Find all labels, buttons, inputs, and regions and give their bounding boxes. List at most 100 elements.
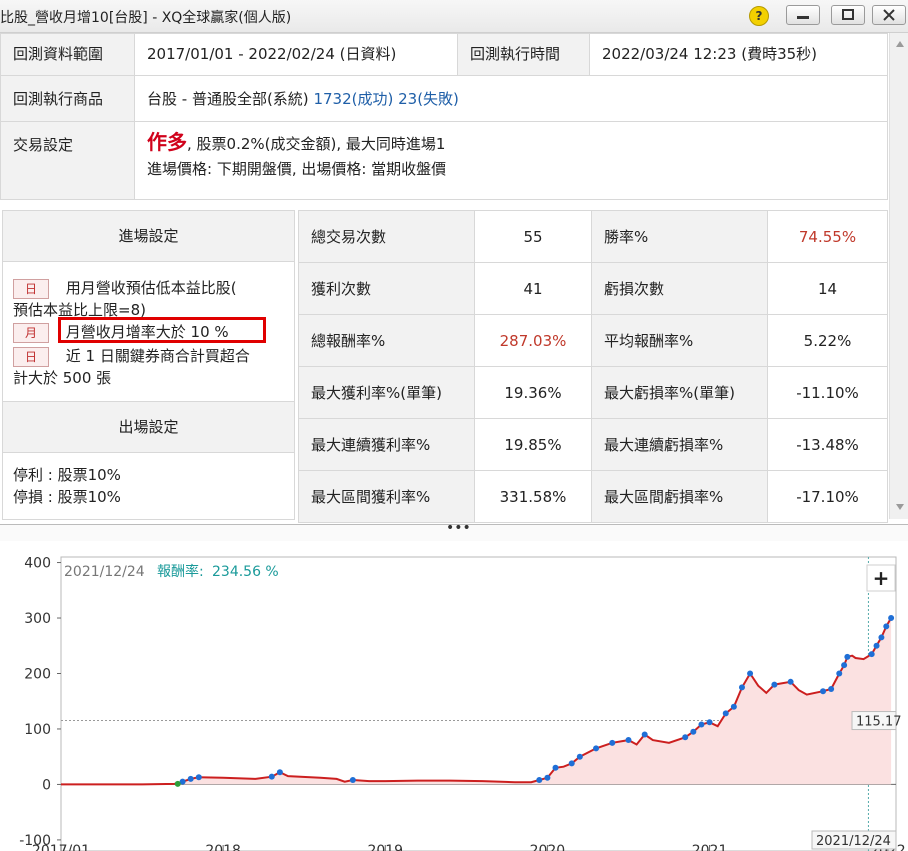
minimize-button[interactable]: [786, 5, 820, 25]
stats-row: 最大連續獲利率% 19.85% 最大連續虧損率% -13.48%: [298, 418, 888, 471]
trade-point: [738, 684, 745, 691]
stat-value: 19.36%: [474, 366, 592, 419]
stat-value: 5.22%: [767, 314, 888, 367]
trade-point: [568, 760, 575, 767]
stat-value: 331.58%: [474, 470, 592, 523]
product-success-count[interactable]: 1732(成功): [313, 90, 393, 108]
range-label: 回測資料範圍: [0, 33, 135, 76]
scroll-arrows: [896, 41, 904, 510]
entry-condition-1-tag: 日: [13, 278, 49, 299]
trade-point: [771, 681, 778, 688]
trade-point: [820, 688, 827, 695]
stat-label: 獲利次數: [298, 262, 475, 315]
stat-label: 最大連續虧損率%: [591, 418, 768, 471]
trade-point: [836, 670, 843, 677]
trade-point: [888, 615, 895, 622]
trade-settings-line1: 作多, 股票0.2%(成交金額), 最大同時進場1: [147, 128, 887, 158]
trade-point: [349, 776, 356, 783]
trade-point: [787, 678, 794, 685]
stats-table: 總交易次數 55 勝率% 74.55% 獲利次數 41 虧損次數 14 總報酬率% 287.03%…: [298, 210, 888, 523]
close-icon: [883, 9, 895, 21]
trade-settings-label: 交易設定: [0, 121, 135, 200]
stat-value: 14: [767, 262, 888, 315]
stat-label: 虧損次數: [591, 262, 768, 315]
stat-label: 最大連續獲利率%: [298, 418, 475, 471]
product-value: 台股 - 普通股全部(系統): [147, 90, 309, 108]
product-value-cell: 台股 - 普通股全部(系統) 1732(成功) 23(失敗): [134, 75, 888, 122]
vertical-scrollbar[interactable]: [889, 33, 908, 519]
return-chart[interactable]: -1000100200300400 2017/01 2018 2019 2020 202…: [0, 541, 908, 851]
close-button[interactable]: [872, 5, 906, 25]
stat-label: 總報酬率%: [298, 314, 475, 367]
stat-value: 41: [474, 262, 592, 315]
stat-value: 55: [474, 210, 592, 263]
legend-label: 報酬率:: [157, 563, 204, 580]
trade-point: [187, 775, 194, 782]
stat-value: 74.55%: [767, 210, 888, 263]
trade-point: [868, 651, 875, 658]
exec-time-label: 回測執行時間: [457, 33, 590, 76]
scroll-up-icon: [896, 41, 904, 47]
x-tick-label: 2021: [692, 843, 728, 851]
plus-icon: +: [873, 566, 890, 590]
settings-panel: 進場設定 日 用月營收預估低本益比股( 預估本益比上限=8) 月 月營收月增率大…: [2, 210, 295, 520]
trade-point: [690, 728, 697, 735]
stat-label: 最大獲利率%(單筆): [298, 366, 475, 419]
help-icon[interactable]: ?: [749, 6, 769, 26]
legend-date: 2021/12/24: [64, 564, 145, 580]
product-fail-count[interactable]: 23(失敗): [398, 90, 459, 108]
trade-point: [174, 780, 181, 787]
stat-value: 287.03%: [474, 314, 592, 367]
trade-point: [641, 731, 648, 738]
stats-row: 最大區間獲利率% 331.58% 最大區間虧損率% -17.10%: [298, 470, 888, 523]
stat-label: 最大區間獲利率%: [298, 470, 475, 523]
exit-stop-loss: 停損 : 股票10%: [13, 488, 121, 506]
trade-point: [706, 719, 713, 726]
entry-condition-3-tag: 日: [13, 346, 49, 367]
minimize-icon: [797, 16, 809, 19]
stat-value: -17.10%: [767, 470, 888, 523]
x-tick-label: 2020: [530, 843, 566, 851]
trade-point: [625, 737, 632, 744]
y-tick-label: 100: [24, 722, 51, 738]
entry-condition-3[interactable]: 日 近 1 日關鍵券商合計買超合 計大於 500 張: [13, 345, 250, 389]
legend-value: 234.56 %: [212, 564, 279, 580]
entry-condition-1[interactable]: 日 用月營收預估低本益比股( 預估本益比上限=8): [13, 277, 237, 321]
cursor-value-label: 115.17: [856, 715, 902, 730]
stats-row: 獲利次數 41 虧損次數 14: [298, 262, 888, 315]
trade-point: [593, 745, 600, 752]
maximize-button[interactable]: [831, 5, 865, 25]
trade-point: [722, 710, 729, 717]
stats-row: 總報酬率% 287.03% 平均報酬率% 5.22%: [298, 314, 888, 367]
exit-conditions: 停利 : 股票10% 停損 : 股票10%: [13, 464, 121, 508]
trade-point: [576, 753, 583, 760]
x-tick-label: 2018: [205, 843, 241, 851]
trade-mode: 作多: [147, 130, 187, 154]
zoom-plus-button[interactable]: +: [866, 564, 896, 592]
trade-point: [828, 686, 835, 693]
trade-point: [747, 670, 754, 677]
trade-point: [841, 662, 848, 669]
entry-settings-header: 進場設定: [3, 211, 294, 262]
stat-value: -13.48%: [767, 418, 888, 471]
stats-row: 總交易次數 55 勝率% 74.55%: [298, 210, 888, 263]
trade-point: [195, 774, 202, 781]
splitter-grip: •••: [446, 520, 471, 536]
stat-label: 最大虧損率%(單筆): [591, 366, 768, 419]
backtest-info-table: 回測資料範圍 2017/01/01 - 2022/02/24 (日資料) 回測執…: [0, 33, 888, 200]
cursor-date-label: 2021/12/24: [816, 834, 891, 849]
trade-point: [609, 739, 616, 746]
trade-point: [544, 774, 551, 781]
y-tick-label: 200: [24, 666, 51, 682]
panel-splitter[interactable]: •••: [0, 520, 908, 541]
x-tick-label: 2017/01: [32, 843, 90, 851]
entry-condition-1-text: 用月營收預估低本益比股(: [65, 279, 237, 297]
trade-point: [698, 721, 705, 728]
entry-condition-3-text-2: 計大於 500 張: [13, 369, 112, 387]
stat-label: 平均報酬率%: [591, 314, 768, 367]
exit-take-profit: 停利 : 股票10%: [13, 466, 121, 484]
trade-price: 進場價格: 下期開盤價, 出場價格: 當期收盤價: [147, 160, 447, 178]
y-tick-label: 0: [42, 777, 51, 793]
entry-condition-3-text: 近 1 日關鍵券商合計買超合: [65, 347, 250, 365]
y-tick-label: 300: [24, 611, 51, 627]
